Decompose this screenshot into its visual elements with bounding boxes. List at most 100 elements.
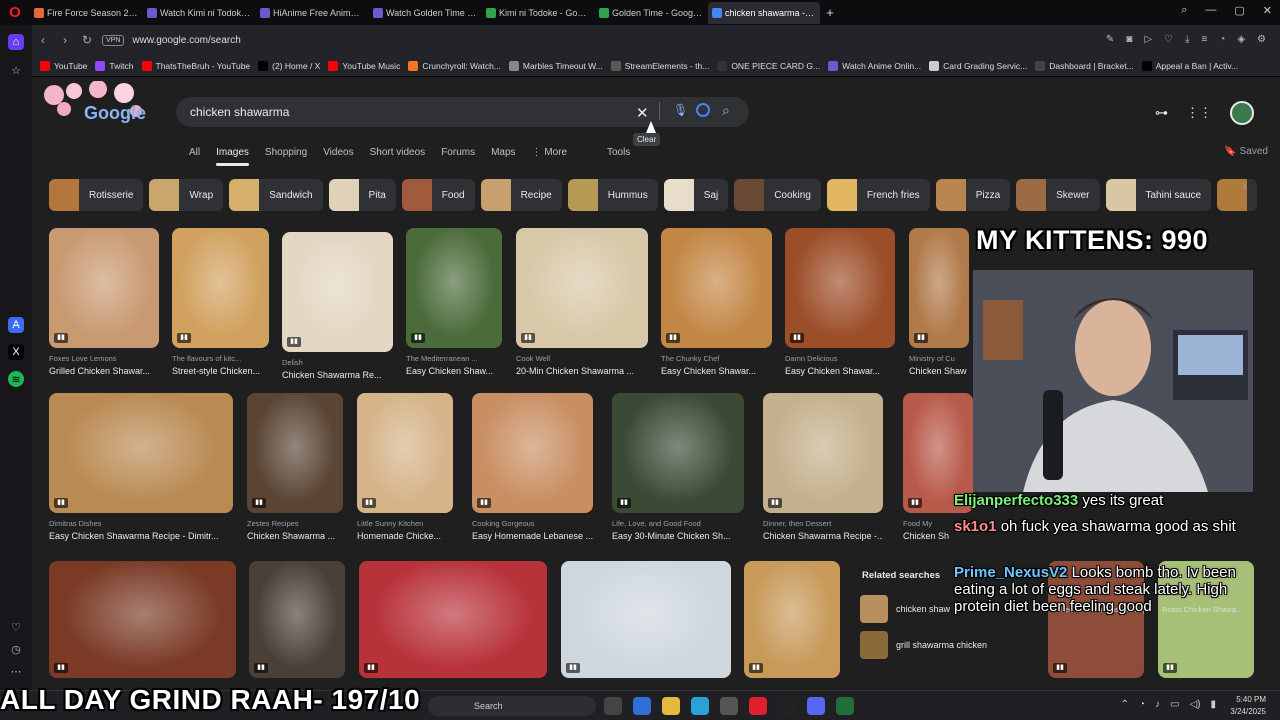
result-title[interactable]: Grilled Chicken Shawar... <box>49 366 159 376</box>
image-result[interactable]: ▮▮ <box>406 228 502 348</box>
refinement-chip[interactable]: Rotisserie <box>49 179 144 211</box>
bookmark-item[interactable]: Dashboard | Bracket... <box>1035 60 1134 71</box>
link-icon[interactable]: ⊶ <box>1155 105 1168 121</box>
result-title[interactable]: Chicken Shaw <box>909 366 969 376</box>
refinement-chip[interactable]: Tahini sauce <box>1105 179 1212 211</box>
history-icon[interactable]: ◷ <box>8 641 24 657</box>
opera-icon[interactable] <box>749 697 767 715</box>
image-result[interactable]: ▮▮ <box>612 393 744 513</box>
x-icon[interactable]: X <box>8 344 24 360</box>
result-title[interactable]: Street-style Chicken... <box>172 366 269 376</box>
refinement-chip[interactable]: Saj <box>663 179 729 211</box>
image-result[interactable]: ▮▮ <box>247 393 343 513</box>
browser-tab[interactable]: HiAnime Free Anime Stre <box>256 2 368 24</box>
image-result[interactable]: ▮▮ <box>763 393 883 513</box>
search-icon[interactable]: ⌕ <box>722 102 730 119</box>
menu-icon[interactable]: ≡ <box>1201 34 1207 45</box>
browser-tab[interactable]: Watch Kimi ni Todoke: Fro <box>143 2 255 24</box>
image-result[interactable]: ▮▮ <box>172 228 269 348</box>
result-title[interactable]: Easy 30-Minute Chicken Sh... <box>612 531 744 541</box>
image-result[interactable]: ▮▮ <box>661 228 772 348</box>
refinement-chip[interactable] <box>1217 179 1258 211</box>
play-icon[interactable]: ▷ <box>1144 34 1152 45</box>
search-tab[interactable]: Shopping <box>265 147 307 166</box>
files-icon[interactable] <box>604 697 622 715</box>
result-title[interactable]: 20-Min Chicken Shawarma ... <box>516 366 648 376</box>
refinement-chip[interactable]: Hummus <box>567 179 658 211</box>
chevron-up-icon[interactable]: ⌃ <box>1121 699 1129 710</box>
obs-icon[interactable] <box>778 697 796 715</box>
related-search-item[interactable]: chicken shaw <box>860 595 950 623</box>
aria-icon[interactable]: A <box>8 317 24 333</box>
result-title[interactable]: Easy Chicken Shawar... <box>661 366 772 376</box>
refinement-chip[interactable]: Pita <box>328 179 396 211</box>
image-result[interactable]: ▮▮ <box>49 393 233 513</box>
close-window-button[interactable]: ✕ <box>1263 4 1272 17</box>
search-tab[interactable]: Images <box>216 147 249 166</box>
image-result[interactable]: ▮▮ <box>785 228 895 348</box>
chevron-right-icon[interactable]: › <box>1242 177 1247 193</box>
spotify-icon[interactable]: ≋ <box>8 371 24 387</box>
browser-tab[interactable]: Fire Force Season 2 Dark <box>30 2 142 24</box>
search-input[interactable]: chicken shawarma <box>190 105 289 119</box>
result-title[interactable]: Chicken Shawarma Recipe -... <box>763 531 883 541</box>
apps-grid-icon[interactable]: ⋮⋮ <box>1186 105 1212 121</box>
monitor-icon[interactable]: ▭ <box>1170 699 1179 710</box>
image-result[interactable]: ▮▮ <box>49 228 159 348</box>
bookmark-item[interactable]: Twitch <box>95 60 134 71</box>
search-tab[interactable]: Maps <box>491 147 515 166</box>
result-title[interactable]: Chicken Shawarma Re... <box>282 370 393 380</box>
avatar[interactable] <box>1230 101 1254 125</box>
settings-icon[interactable]: ⚙ <box>1257 34 1266 45</box>
minimize-button[interactable]: — <box>1205 4 1216 17</box>
search-box[interactable]: chicken shawarma <box>176 97 749 127</box>
search-tab[interactable]: Videos <box>323 147 353 166</box>
image-result[interactable]: ▮▮ <box>49 561 236 678</box>
network-icon[interactable]: ◔ <box>1139 699 1145 710</box>
search-tab[interactable]: Forums <box>441 147 475 166</box>
image-result[interactable]: ▮▮ <box>359 561 547 678</box>
bookmark-item[interactable]: Crunchyroll: Watch... <box>408 60 501 71</box>
refinement-chip[interactable]: Food <box>401 179 475 211</box>
browser-tab[interactable]: Kimi ni Todoke - Google D <box>482 2 594 24</box>
image-result[interactable]: ▮▮ <box>744 561 840 678</box>
refinement-chip[interactable]: Pizza <box>935 179 1011 211</box>
lens-icon[interactable] <box>696 103 710 117</box>
bookmark-item[interactable]: (2) Home / X <box>258 60 320 71</box>
bookmark-item[interactable]: YouTube Music <box>328 60 400 71</box>
bookmark-item[interactable]: Marbles Timeout W... <box>508 60 603 71</box>
image-result[interactable]: ▮▮ <box>516 228 648 348</box>
download-icon[interactable]: ⤓ <box>1185 34 1189 45</box>
result-title[interactable]: Easy Homemade Lebanese ... <box>472 531 593 541</box>
terminal-icon[interactable] <box>836 697 854 715</box>
maximize-button[interactable]: ▢ <box>1234 4 1244 17</box>
bookmark-item[interactable]: Watch Anime Onlin... <box>828 60 921 71</box>
image-result[interactable]: ▮▮ <box>282 232 393 352</box>
bookmark-item[interactable]: YouTube <box>40 60 87 71</box>
bookmark-item[interactable]: StreamElements - th... <box>610 60 709 71</box>
browser-tab[interactable]: Watch Golden Time Engli <box>369 2 481 24</box>
vscode-icon[interactable] <box>633 697 651 715</box>
browser-tab[interactable]: chicken shawarma - Goog <box>708 1 820 24</box>
refinement-chip[interactable]: Sandwich <box>229 179 323 211</box>
result-title[interactable]: Easy Chicken Shawarma Recipe - Dimitr... <box>49 531 233 541</box>
result-title[interactable]: Homemade Chicke... <box>357 531 453 541</box>
refinement-chip[interactable]: Skewer <box>1016 179 1100 211</box>
new-tab-button[interactable]: + <box>821 5 839 20</box>
bookmark-item[interactable]: Appeal a Ban | Activ... <box>1141 60 1238 71</box>
more-icon[interactable]: ⋯ <box>8 663 24 679</box>
battery-icon[interactable]: ▮ <box>1210 699 1216 710</box>
search-tab[interactable]: Short videos <box>370 147 426 166</box>
browser-tab[interactable]: Golden Time - Google Dr <box>595 2 707 24</box>
clock[interactable]: 5:40 PM 3/24/2025 <box>1230 694 1266 718</box>
heart-icon[interactable]: ♡ <box>1164 34 1173 45</box>
result-title[interactable]: Chicken Shawarma ... <box>247 531 343 541</box>
microphone-icon[interactable]: 🎙 <box>673 103 688 117</box>
google-logo[interactable]: Google <box>36 81 148 127</box>
bookmark-item[interactable]: ThatsTheBruh - YouTube <box>141 60 250 71</box>
folder-icon[interactable] <box>662 697 680 715</box>
image-result[interactable]: ▮▮ <box>472 393 593 513</box>
bookmark-item[interactable]: Card Grading Servic... <box>929 60 1027 71</box>
heart-icon[interactable]: ♡ <box>8 619 24 635</box>
close-icon[interactable]: ✕ <box>636 104 649 122</box>
